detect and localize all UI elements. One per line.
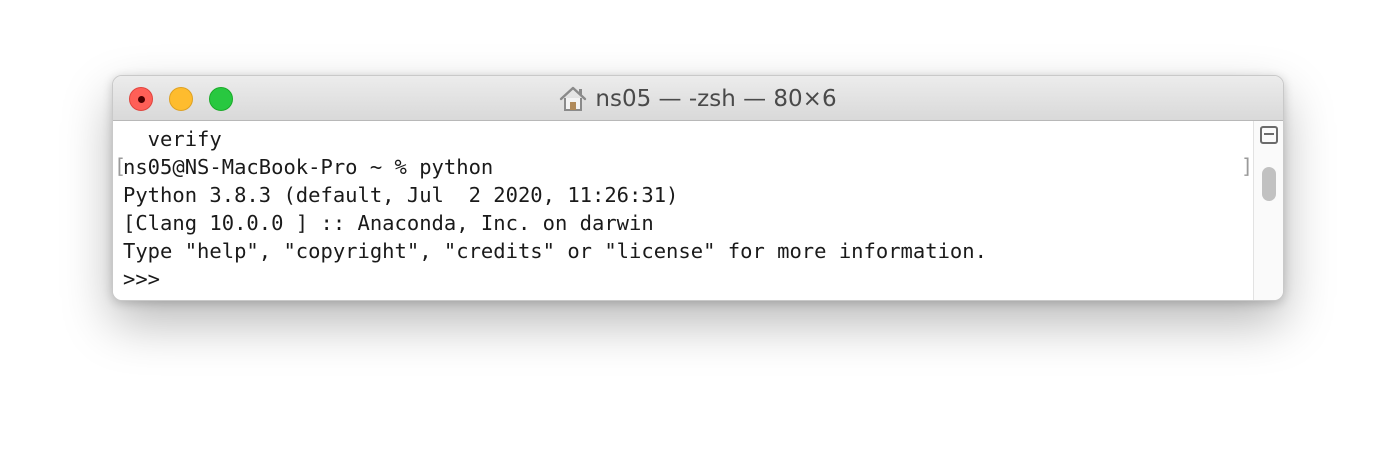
terminal-window: ns05 — -zsh — 80×6 verify [ ns05@NS-MacB… bbox=[112, 75, 1284, 301]
window-title: ns05 — -zsh — 80×6 bbox=[595, 85, 837, 112]
terminal-line: Type "help", "copyright", "credits" or "… bbox=[123, 239, 987, 263]
vertical-scrollbar[interactable] bbox=[1253, 121, 1283, 300]
split-pane-icon[interactable] bbox=[1260, 126, 1278, 144]
terminal-output[interactable]: verify [ ns05@NS-MacBook-Pro ~ % python … bbox=[113, 121, 1255, 300]
terminal-prompt-line: >>> bbox=[123, 267, 161, 291]
window-title-container: ns05 — -zsh — 80×6 bbox=[113, 76, 1283, 121]
scrollbar-thumb[interactable] bbox=[1262, 167, 1276, 201]
title-bar[interactable]: ns05 — -zsh — 80×6 bbox=[113, 76, 1283, 121]
terminal-line: verify bbox=[123, 127, 222, 151]
home-icon bbox=[560, 86, 587, 111]
terminal-line: [Clang 10.0.0 ] :: Anaconda, Inc. on dar… bbox=[123, 211, 654, 235]
terminal-line: ns05@NS-MacBook-Pro ~ % python bbox=[123, 155, 494, 179]
mark-bracket-close: ] bbox=[1241, 154, 1254, 178]
terminal-line: Python 3.8.3 (default, Jul 2 2020, 11:26… bbox=[123, 183, 679, 207]
